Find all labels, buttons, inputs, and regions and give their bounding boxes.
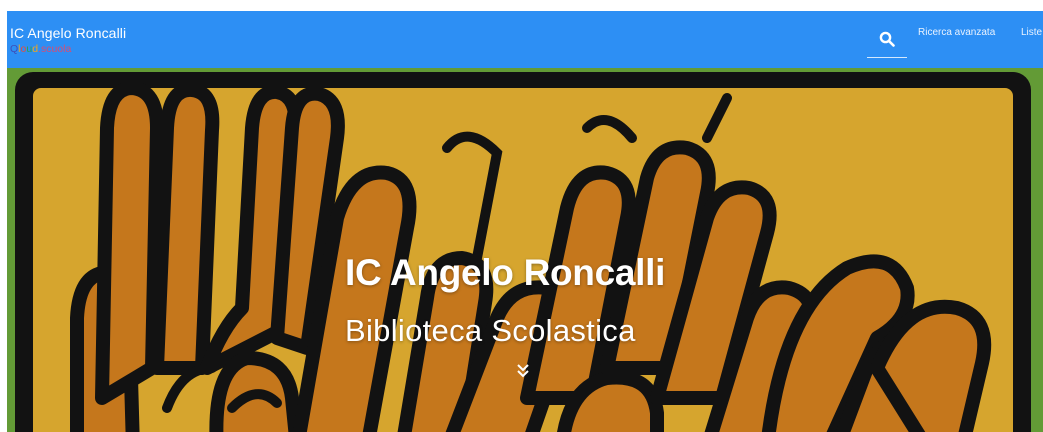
brand-title[interactable]: IC Angelo Roncalli bbox=[10, 25, 126, 41]
nav-link-lists[interactable]: Liste bbox=[1021, 27, 1042, 38]
top-navbar: IC Angelo Roncalli Qloud.scuola Ricerca … bbox=[7, 11, 1043, 68]
brand-subtitle-part: Q bbox=[10, 43, 19, 55]
search-button[interactable] bbox=[867, 21, 907, 58]
chevron-double-down-icon bbox=[517, 364, 529, 378]
page: IC Angelo Roncalli Qloud.scuola Ricerca … bbox=[0, 0, 1043, 432]
brand[interactable]: IC Angelo Roncalli Qloud.scuola bbox=[10, 25, 126, 56]
hero-title: IC Angelo Roncalli bbox=[345, 252, 666, 293]
nav-link-advanced-search[interactable]: Ricerca avanzata bbox=[918, 27, 995, 38]
hero-subtitle: Biblioteca Scolastica bbox=[345, 313, 636, 348]
search-icon bbox=[879, 31, 895, 47]
scroll-down-button[interactable] bbox=[515, 362, 531, 378]
hero-banner: IC Angelo Roncalli Biblioteca Scolastica bbox=[7, 68, 1043, 432]
brand-subtitle-part: .scuola bbox=[38, 43, 72, 55]
brand-subtitle: Qloud.scuola bbox=[10, 42, 126, 56]
